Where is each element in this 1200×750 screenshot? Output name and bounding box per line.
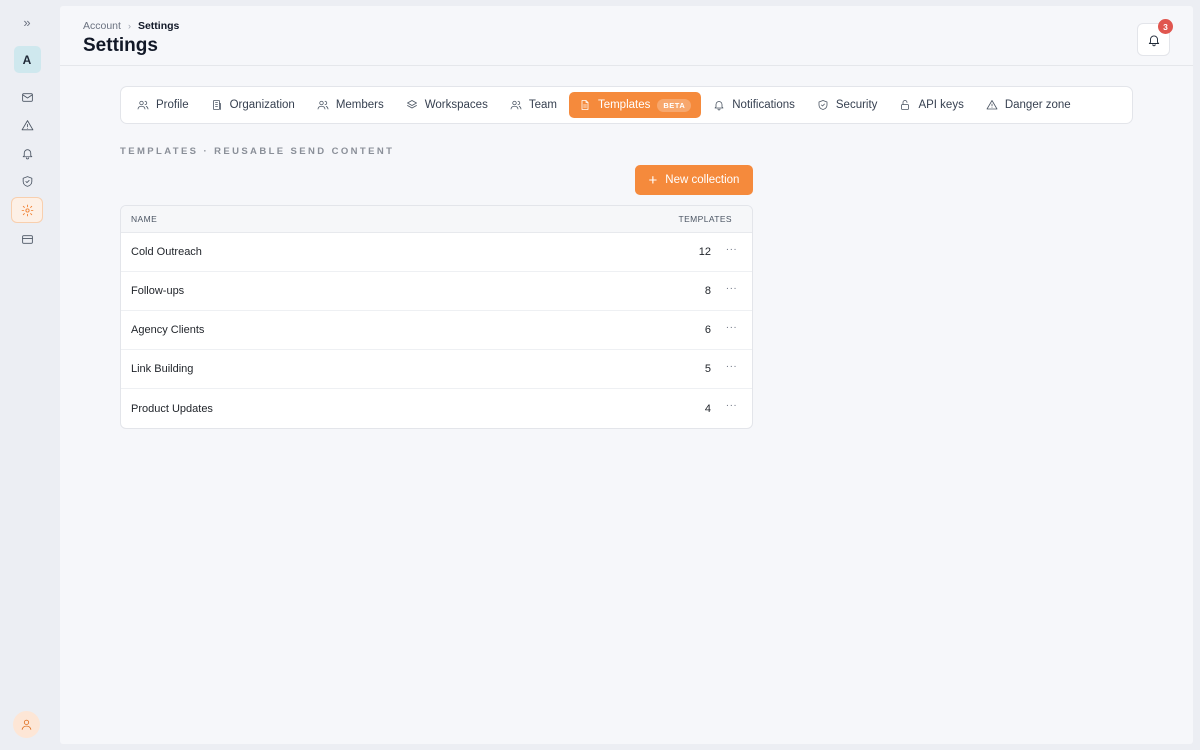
plus-icon: + xyxy=(648,171,658,189)
bell-icon xyxy=(1148,34,1159,46)
sidebar-item-alerts[interactable] xyxy=(11,113,43,137)
notification-count-badge: 3 xyxy=(1158,19,1173,34)
user-icon xyxy=(21,719,32,730)
table-header: NAME TEMPLATES xyxy=(121,206,752,233)
more-options-icon[interactable]: ··· xyxy=(711,244,752,255)
building-icon xyxy=(212,100,221,110)
user-avatar-button[interactable] xyxy=(13,711,40,738)
page-title: Settings xyxy=(83,35,158,56)
sidebar-item-inbox[interactable] xyxy=(11,85,43,109)
alert-triangle-icon xyxy=(21,119,33,130)
tab-label: API keys xyxy=(918,99,964,111)
tab-members[interactable]: Members xyxy=(307,92,394,118)
template-count: 6 xyxy=(704,324,711,336)
column-header-name[interactable]: NAME xyxy=(121,214,652,224)
breadcrumb: Account › Settings xyxy=(83,20,179,32)
tab-label: Templates xyxy=(597,99,651,111)
collections-table: NAME TEMPLATES Cold Outreach 12 ··· Foll… xyxy=(120,205,753,429)
template-count: 5 xyxy=(704,363,711,375)
tab-workspaces[interactable]: Workspaces xyxy=(396,92,498,118)
document-icon xyxy=(581,100,589,110)
table-row[interactable]: Cold Outreach 12 ··· xyxy=(121,233,752,272)
tab-label: Organization xyxy=(229,99,295,111)
users-icon xyxy=(317,100,329,110)
more-options-icon[interactable]: ··· xyxy=(711,283,752,294)
table-row[interactable]: Product Updates 4 ··· xyxy=(121,389,752,428)
collection-name: Cold Outreach xyxy=(131,246,202,258)
chevron-right-icon: › xyxy=(127,21,131,31)
more-options-icon[interactable]: ··· xyxy=(711,322,752,333)
tab-profile[interactable]: Profile xyxy=(127,92,199,118)
section-label: TEMPLATES · REUSABLE SEND CONTENT xyxy=(120,146,395,157)
settings-tabs: Profile Organization Members Workspaces … xyxy=(120,86,1133,124)
main-panel: Account › Settings Settings 3 Profile Or… xyxy=(60,6,1193,744)
workspace-avatar[interactable]: A xyxy=(13,46,41,73)
new-collection-label: New collection xyxy=(665,174,740,186)
breadcrumb-account[interactable]: Account xyxy=(83,20,121,32)
collection-name: Follow-ups xyxy=(131,285,185,297)
sidebar-item-billing[interactable] xyxy=(11,227,43,251)
notifications-button[interactable]: 3 xyxy=(1137,19,1173,56)
users-icon xyxy=(510,100,522,110)
tab-api-keys[interactable]: API keys xyxy=(889,92,973,118)
tab-danger-zone[interactable]: Danger zone xyxy=(976,92,1081,118)
bell-icon xyxy=(22,148,32,159)
sidebar-item-settings[interactable] xyxy=(11,197,43,223)
tab-label: Workspaces xyxy=(424,99,488,111)
sidebar: » A xyxy=(0,0,54,750)
tab-label: Danger zone xyxy=(1004,99,1071,111)
users-icon xyxy=(137,100,149,110)
table-row[interactable]: Link Building 5 ··· xyxy=(121,350,752,389)
template-count: 12 xyxy=(698,246,711,258)
tab-security[interactable]: Security xyxy=(807,92,888,118)
layers-icon xyxy=(406,100,417,109)
breadcrumb-settings: Settings xyxy=(137,20,180,32)
tab-notifications[interactable]: Notifications xyxy=(703,92,805,118)
column-header-templates[interactable]: TEMPLATES xyxy=(652,214,752,224)
template-count: 8 xyxy=(704,285,711,297)
tab-label: Profile xyxy=(156,99,189,111)
template-count: 4 xyxy=(704,402,711,415)
shield-icon xyxy=(22,175,32,187)
tab-label: Members xyxy=(335,99,384,111)
collection-name: Product Updates xyxy=(131,402,213,415)
sidebar-item-security[interactable] xyxy=(11,169,43,193)
table-row[interactable]: Agency Clients 6 ··· xyxy=(121,311,752,350)
tab-label: Team xyxy=(528,99,557,111)
tab-team[interactable]: Team xyxy=(500,92,567,118)
new-collection-button[interactable]: + New collection xyxy=(635,165,753,195)
tab-label: Security xyxy=(835,99,878,111)
sidebar-item-notifications[interactable] xyxy=(11,141,43,165)
tab-templates[interactable]: Templates BETA xyxy=(568,92,702,118)
collection-name: Link Building xyxy=(131,363,194,375)
lock-icon xyxy=(901,100,910,110)
bell-icon xyxy=(714,101,724,111)
credit-card-icon xyxy=(21,234,33,244)
table-row[interactable]: Follow-ups 8 ··· xyxy=(121,272,752,311)
tab-label: Notifications xyxy=(732,99,795,111)
collection-name: Agency Clients xyxy=(131,324,205,336)
more-options-icon[interactable]: ··· xyxy=(711,361,752,372)
tab-organization[interactable]: Organization xyxy=(201,92,305,118)
shield-icon xyxy=(818,100,828,110)
beta-badge: BETA xyxy=(657,98,692,112)
gear-icon xyxy=(21,204,33,216)
mail-icon xyxy=(21,92,33,102)
page-header: Account › Settings Settings 3 xyxy=(60,6,1193,66)
sidebar-nav xyxy=(11,85,43,251)
sidebar-expand-icon[interactable]: » xyxy=(15,14,39,30)
more-options-icon[interactable]: ··· xyxy=(711,400,752,411)
alert-triangle-icon xyxy=(986,100,998,110)
